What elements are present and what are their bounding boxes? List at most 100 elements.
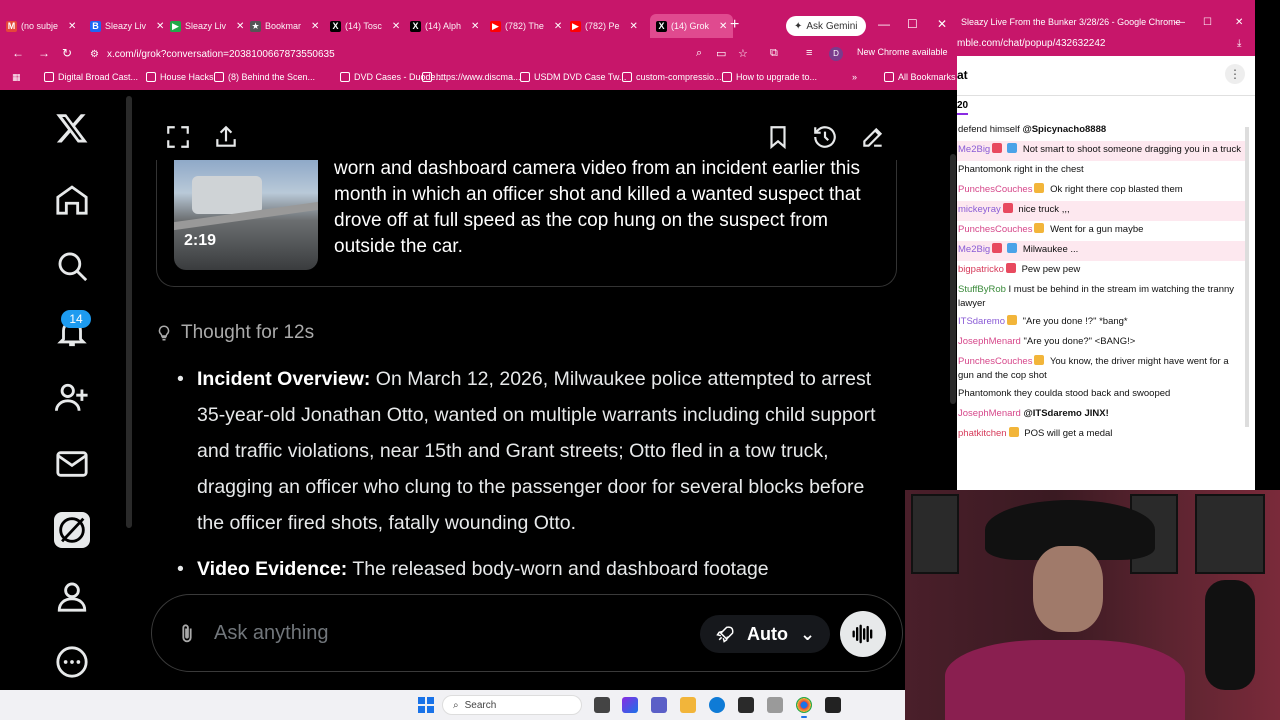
browser-tab[interactable]: ★ Bookmar ✕ (250, 17, 319, 35)
close-tab-icon[interactable]: ✕ (554, 21, 562, 32)
follow-icon[interactable] (52, 378, 92, 418)
ask-gemini-button[interactable]: ✦ Ask Gemini (786, 16, 866, 36)
paperclip-icon[interactable] (176, 622, 198, 646)
video-thumbnail[interactable] (174, 160, 318, 270)
close-tab-icon[interactable]: ✕ (236, 21, 244, 32)
grok-icon[interactable] (52, 510, 92, 550)
site-info-icon[interactable]: ⚙ (90, 49, 99, 60)
voice-mode-button[interactable] (840, 611, 886, 657)
chat-username[interactable]: JosephMenard (958, 408, 1021, 419)
reading-list-icon[interactable]: ≡ (806, 47, 812, 59)
store-icon[interactable] (738, 697, 754, 713)
taskbar-search[interactable]: ⌕ Search (442, 695, 582, 715)
zoom-icon[interactable]: ⌕ (696, 47, 702, 60)
chat-username[interactable]: Me2Big (958, 144, 990, 155)
minimize-icon[interactable]: — (1175, 17, 1185, 28)
bookmark-icon[interactable] (765, 124, 793, 152)
chat-username[interactable]: mickeyray (958, 204, 1001, 215)
address-bar[interactable]: ⚙ x.com/i/grok?conversation=203810066787… (90, 45, 780, 63)
minimize-icon[interactable]: — (878, 17, 890, 31)
close-tab-icon[interactable]: ✕ (719, 21, 727, 32)
chat-username[interactable]: ITSdaremo (958, 316, 1005, 327)
chat-username[interactable]: PunchesCouches (958, 184, 1032, 195)
chat-username[interactable]: PunchesCouches (958, 356, 1032, 367)
bookmark-item[interactable]: USDM DVD Case Tw... (520, 72, 626, 82)
cast-icon[interactable]: ▭ (716, 47, 726, 60)
sidebar-scrollbar[interactable] (126, 96, 132, 528)
more-options-icon[interactable] (52, 642, 92, 682)
new-chrome-available-button[interactable]: New Chrome available (857, 47, 948, 57)
forward-icon[interactable]: → (38, 46, 50, 60)
chat-username[interactable]: Me2Big (958, 244, 990, 255)
bookmark-star-icon[interactable]: ☆ (738, 47, 748, 60)
bookmark-item[interactable]: custom-compressio... (622, 72, 722, 82)
browser-tab[interactable]: X (14) Tosc ✕ (330, 17, 400, 35)
edge-icon[interactable] (709, 697, 725, 713)
browser-tab[interactable]: ▶ (782) The ✕ (490, 17, 562, 35)
close-window-icon[interactable]: ✕ (1235, 17, 1243, 28)
expand-icon[interactable] (165, 124, 193, 152)
chat-username[interactable]: StuffByRob (958, 284, 1006, 295)
close-tab-icon[interactable]: ✕ (471, 21, 479, 32)
chat-username[interactable]: bigpatricko (958, 264, 1004, 275)
bookmark-item[interactable]: Digital Broad Cast... (44, 72, 138, 82)
windows-start-icon[interactable] (418, 697, 434, 713)
close-tab-icon[interactable]: ✕ (311, 21, 319, 32)
share-icon[interactable] (213, 124, 241, 152)
apps-grid-icon[interactable]: ▦ (12, 72, 21, 83)
back-icon[interactable]: ← (12, 46, 24, 60)
ask-input[interactable] (214, 617, 674, 649)
chat-username[interactable]: Phantomonk (958, 388, 1011, 399)
browser-tab[interactable]: B Sleazy Liv ✕ (90, 17, 164, 35)
home-icon[interactable] (52, 180, 92, 220)
mode-selector[interactable]: Auto ⌄ (700, 615, 830, 653)
browser-tab[interactable]: M (no subje ✕ (6, 17, 76, 35)
new-chat-edit-icon[interactable] (860, 124, 888, 152)
chat-username[interactable]: phatkitchen (958, 428, 1007, 439)
teams-icon[interactable] (651, 697, 667, 713)
chat-username[interactable]: Phantomonk (958, 164, 1011, 175)
close-tab-icon[interactable]: ✕ (630, 21, 638, 32)
messages-envelope-icon[interactable] (52, 444, 92, 484)
maximize-icon[interactable]: ☐ (1203, 17, 1212, 28)
profile-avatar[interactable]: D (829, 47, 843, 61)
history-icon[interactable] (812, 124, 840, 152)
chat-username[interactable]: JosephMenard (958, 336, 1021, 347)
bookmark-item[interactable]: (8) Behind the Scen... (214, 72, 315, 82)
obs-icon[interactable] (825, 697, 841, 713)
all-bookmarks-button[interactable]: All Bookmarks (884, 72, 956, 82)
page-scrollbar[interactable] (950, 154, 956, 404)
close-tab-icon[interactable]: ✕ (392, 21, 400, 32)
bookmarks-overflow-icon[interactable]: » (852, 72, 857, 82)
close-tab-icon[interactable]: ✕ (156, 21, 164, 32)
browser-tab[interactable]: ▶ (782) Pe ✕ (570, 17, 638, 35)
reload-icon[interactable]: ↻ (62, 46, 72, 60)
chat-menu-icon[interactable]: ⋮ (1225, 64, 1245, 84)
browser-tab[interactable]: X (14) Alph ✕ (410, 17, 479, 35)
settings-icon[interactable] (767, 697, 783, 713)
maximize-icon[interactable]: ☐ (907, 17, 918, 31)
video-card[interactable]: 2:19 worn and dashboard camera video fro… (156, 158, 897, 287)
bookmark-item[interactable]: House Hacks (146, 72, 214, 82)
new-tab-button[interactable]: + (730, 16, 739, 34)
chat-scrollbar[interactable] (1245, 127, 1249, 427)
thought-indicator[interactable]: Thought for 12s (155, 322, 314, 344)
chat-username[interactable]: PunchesCouches (958, 224, 1032, 235)
browser-tab[interactable]: X (14) Grok ✕ (650, 14, 734, 38)
x-logo-icon[interactable] (52, 108, 92, 148)
chat-mention[interactable]: @ITSdaremo JINX! (1024, 408, 1109, 419)
file-explorer-icon[interactable] (680, 697, 696, 713)
chat-mention[interactable]: @Spicynacho8888 (1022, 124, 1106, 135)
close-window-icon[interactable]: ✕ (937, 17, 947, 31)
chrome-icon[interactable] (796, 697, 812, 718)
bookmark-item[interactable]: https://www.discma... (422, 72, 521, 82)
bookmark-item[interactable]: How to upgrade to... (722, 72, 817, 82)
download-icon[interactable]: ⤓ (1237, 38, 1241, 49)
search-icon[interactable] (52, 246, 92, 286)
extension-icon[interactable]: ⧉ (770, 47, 778, 60)
profile-icon[interactable] (52, 576, 92, 616)
close-tab-icon[interactable]: ✕ (68, 21, 76, 32)
chat-address-bar[interactable]: mble.com/chat/popup/432632242 ⤓ (957, 34, 1255, 56)
copilot-icon[interactable] (622, 697, 638, 713)
browser-tab[interactable]: ▶ Sleazy Liv ✕ (170, 17, 244, 35)
